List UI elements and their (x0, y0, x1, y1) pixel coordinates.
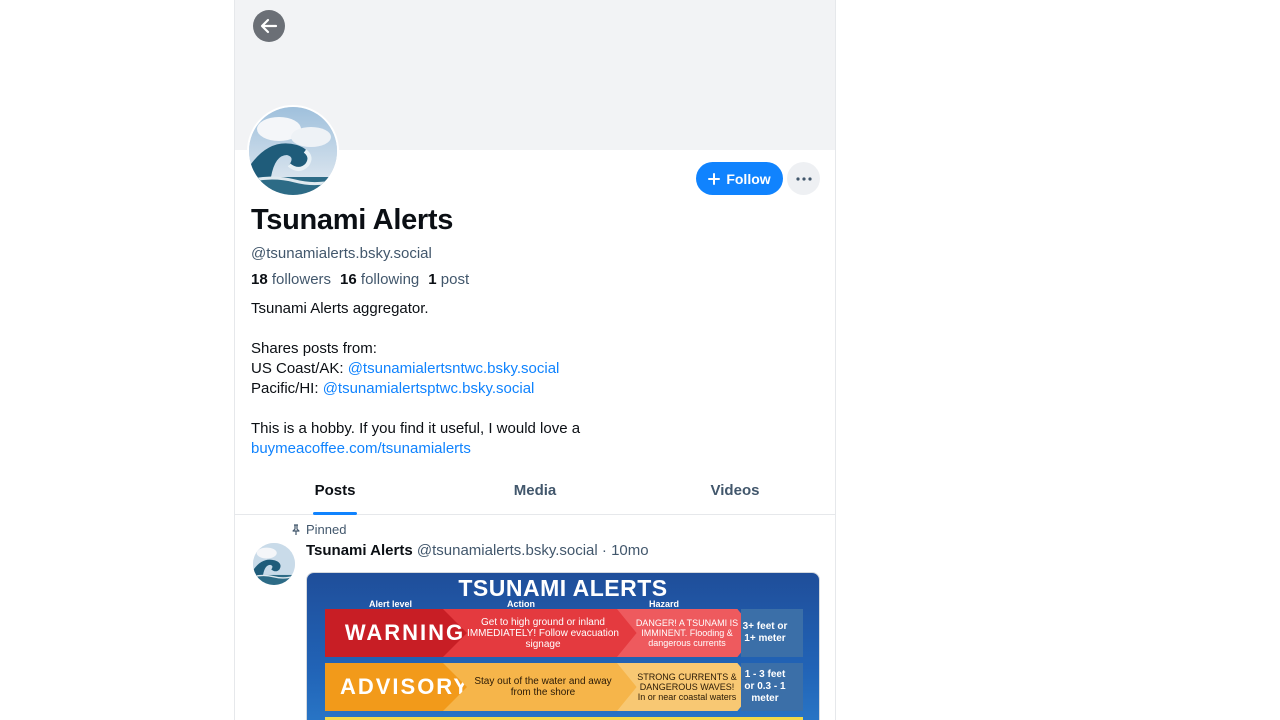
profile-name: Tsunami Alerts (251, 204, 454, 236)
alert-hazard: STRONG CURRENTS & DANGEROUS WAVES! In or… (617, 663, 757, 711)
bio-line: This is a hobby. If you find it useful, … (251, 420, 581, 437)
follow-button[interactable]: Follow (696, 162, 783, 195)
tab-posts[interactable]: Posts (235, 472, 435, 515)
buymeacoffee-link[interactable]: buymeacoffee.com/tsunamialerts (251, 440, 471, 457)
bio-line: buymeacoffee.com/tsunamialerts (251, 439, 811, 459)
active-tab-indicator (313, 512, 357, 515)
tab-media[interactable]: Media (435, 472, 635, 514)
bio-line: Tsunami Alerts aggregator. (251, 300, 429, 317)
alert-row-warning: WARNING Get to high ground or inland IMM… (325, 609, 803, 657)
alert-hazard: DANGER! A TSUNAMI IS IMMINENT. Flooding … (617, 609, 757, 657)
post-author-handle[interactable]: @tsunamialerts.bsky.social (417, 542, 598, 559)
plus-icon (708, 172, 721, 185)
image-col-level: Alert level (369, 599, 413, 609)
post-image[interactable]: TSUNAMI ALERTS Alert level Action Hazard… (306, 572, 820, 720)
wave-avatar-image (249, 107, 337, 195)
post-separator: · (601, 542, 607, 559)
posts-stat: 1 post (428, 271, 470, 288)
post-header: Tsunami Alerts @tsunamialerts.bsky.socia… (306, 542, 649, 559)
alert-action: Stay out of the water and away from the … (443, 663, 643, 711)
tab-videos[interactable]: Videos (635, 472, 835, 514)
profile-avatar[interactable] (247, 105, 339, 197)
profile-stats: 18 followers 16 following 1 post (251, 271, 469, 288)
followers-stat[interactable]: 18 followers (251, 271, 331, 288)
wave-avatar-image (253, 543, 295, 585)
alert-height: 3+ feet or 1+ meter (741, 609, 803, 657)
post-age[interactable]: 10mo (611, 542, 649, 559)
back-button[interactable] (253, 10, 285, 42)
more-options-button[interactable] (787, 162, 820, 195)
pin-icon (292, 523, 300, 535)
profile-tabs: Posts Media Videos (235, 472, 835, 515)
alert-row-advisory: ADVISORY Stay out of the water and away … (325, 663, 803, 711)
profile-column: Follow Tsunami Alerts @tsunamialerts.bsk… (234, 0, 836, 720)
post-author-name[interactable]: Tsunami Alerts (306, 542, 413, 559)
post-author-avatar[interactable] (253, 543, 295, 585)
image-title: TSUNAMI ALERTS (458, 575, 668, 601)
profile-handle: @tsunamialerts.bsky.social (251, 245, 432, 262)
arrow-left-icon (260, 18, 278, 34)
profile-bio: Tsunami Alerts aggregator. Shares posts … (251, 299, 811, 459)
image-col-action: Action (507, 599, 535, 609)
ptwc-mention-link[interactable]: @tsunamialertsptwc.bsky.social (323, 380, 535, 397)
image-col-hazard: Hazard (649, 599, 680, 609)
alert-action: Get to high ground or inland IMMEDIATELY… (443, 609, 643, 657)
ellipsis-icon (795, 176, 812, 181)
alert-height: 1 - 3 feet or 0.3 - 1 meter (741, 663, 803, 711)
pinned-indicator: Pinned (290, 522, 346, 537)
following-stat[interactable]: 16 following (340, 271, 419, 288)
follow-label: Follow (726, 170, 771, 187)
bio-line: US Coast/AK: @tsunamialertsntwc.bsky.soc… (251, 360, 560, 377)
bio-line: Shares posts from: (251, 340, 377, 357)
ntwc-mention-link[interactable]: @tsunamialertsntwc.bsky.social (348, 360, 560, 377)
bio-line: Pacific/HI: @tsunamialertsptwc.bsky.soci… (251, 380, 535, 397)
